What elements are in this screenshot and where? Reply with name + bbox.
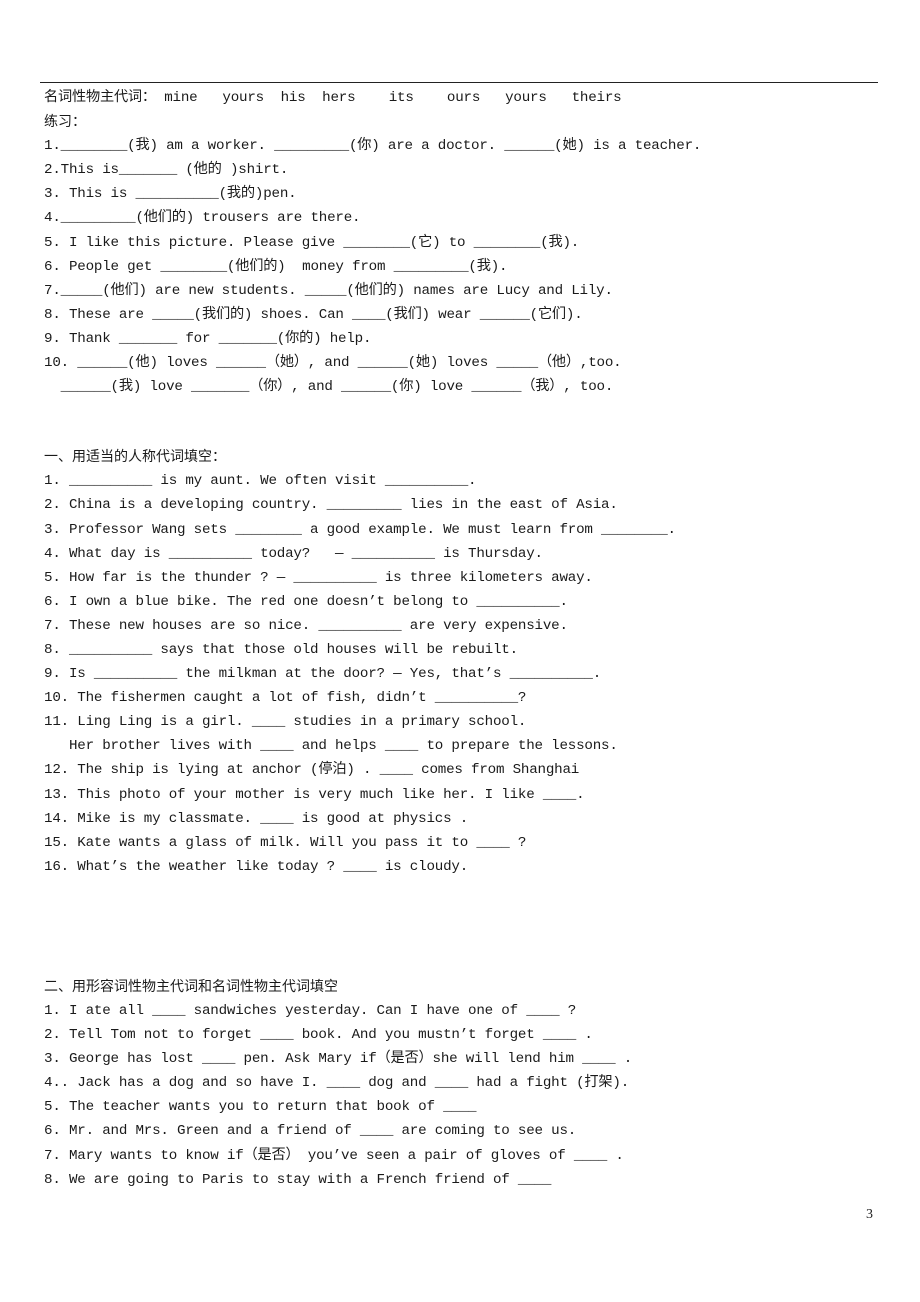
exercise-item: ______(我) love _______（你）, and ______(你)… (44, 379, 614, 396)
worksheet-page: 名词性物主代词： mine yours his hers its ours yo… (44, 86, 884, 1192)
exercise-item: 7. These new houses are so nice. _______… (44, 617, 568, 634)
exercise-item: 8. __________ says that those old houses… (44, 641, 518, 658)
exercise-item: 1. I ate all ____ sandwiches yesterday. … (44, 1003, 577, 1019)
section-possessive-pronouns: 二、用形容词性物主代词和名词性物主代词填空 1. I ate all ____ … (44, 975, 884, 1192)
exercise-item: 14. Mike is my classmate. ____ is good a… (44, 810, 469, 827)
exercise-item: 5. I like this picture. Please give ____… (44, 234, 580, 251)
exercise-item: 1. __________ is my aunt. We often visit… (44, 473, 477, 490)
exercise-item: 6. I own a blue bike. The red one doesn’… (44, 593, 568, 610)
exercise-item: 1.________(我) am a worker. _________(你) … (44, 138, 702, 155)
section-title: 一、用适当的人称代词填空： (44, 449, 226, 466)
page-number: 3 (866, 1207, 873, 1222)
exercise-item: 6. People get ________(他们的) money from _… (44, 258, 508, 275)
exercise-item: 9. Is __________ the milkman at the door… (44, 666, 602, 683)
exercise-item: 5. The teacher wants you to return that … (44, 1099, 477, 1116)
practice-label: 练习： (44, 114, 86, 131)
section-personal-pronouns: 一、用适当的人称代词填空： 1. __________ is my aunt. … (44, 445, 884, 879)
exercise-item: 10. ______(他) loves ______（她）, and _____… (44, 355, 622, 372)
exercise-item: 11. Ling Ling is a girl. ____ studies in… (44, 714, 527, 731)
exercise-item: 7._____(他们) are new students. _____(他们的)… (44, 282, 613, 299)
exercise-item: 3. This is __________(我的)pen. (44, 186, 297, 203)
exercise-item: 3. Professor Wang sets ________ a good e… (44, 521, 676, 538)
exercise-item: Her brother lives with ____ and helps __… (44, 738, 618, 755)
exercise-item: 6. Mr. and Mrs. Green and a friend of __… (44, 1123, 577, 1140)
exercise-item: 16. What’s the weather like today ? ____… (44, 858, 469, 875)
exercise-item: 2.This is_______ (他的 )shirt. (44, 162, 289, 179)
exercise-item: 15. Kate wants a glass of milk. Will you… (44, 834, 527, 851)
exercise-item: 13. This photo of your mother is very mu… (44, 786, 585, 803)
exercise-item: 2. Tell Tom not to forget ____ book. And… (44, 1027, 593, 1044)
exercise-item: 4.. Jack has a dog and so have I. ____ d… (44, 1075, 630, 1092)
exercise-item: 10. The fishermen caught a lot of fish, … (44, 690, 527, 707)
practice-exercises: 1.________(我) am a worker. _________(你) … (44, 134, 884, 399)
exercise-item: 7. Mary wants to know if（是否） you’ve seen… (44, 1147, 624, 1164)
possessive-pronoun-list: 名词性物主代词： mine yours his hers its ours yo… (44, 90, 622, 106)
section-title: 二、用形容词性物主代词和名词性物主代词填空 (44, 978, 338, 995)
exercise-item: 8. We are going to Paris to stay with a … (44, 1171, 552, 1188)
exercise-item: 9. Thank _______ for _______(你的) help. (44, 330, 372, 347)
exercise-item: 5. How far is the thunder ? — __________… (44, 569, 593, 586)
exercise-item: 3. George has lost ____ pen. Ask Mary if… (44, 1051, 633, 1068)
exercise-item: 2. China is a developing country. ______… (44, 497, 618, 514)
exercise-item: 4._________(他们的) trousers are there. (44, 210, 361, 227)
exercise-item: 8. These are _____(我们的) shoes. Can ____(… (44, 306, 583, 323)
exercise-item: 12. The ship is lying at anchor (停泊) . _… (44, 762, 580, 779)
exercise-item: 4. What day is __________ today? — _____… (44, 545, 543, 562)
header-rule (40, 82, 878, 83)
